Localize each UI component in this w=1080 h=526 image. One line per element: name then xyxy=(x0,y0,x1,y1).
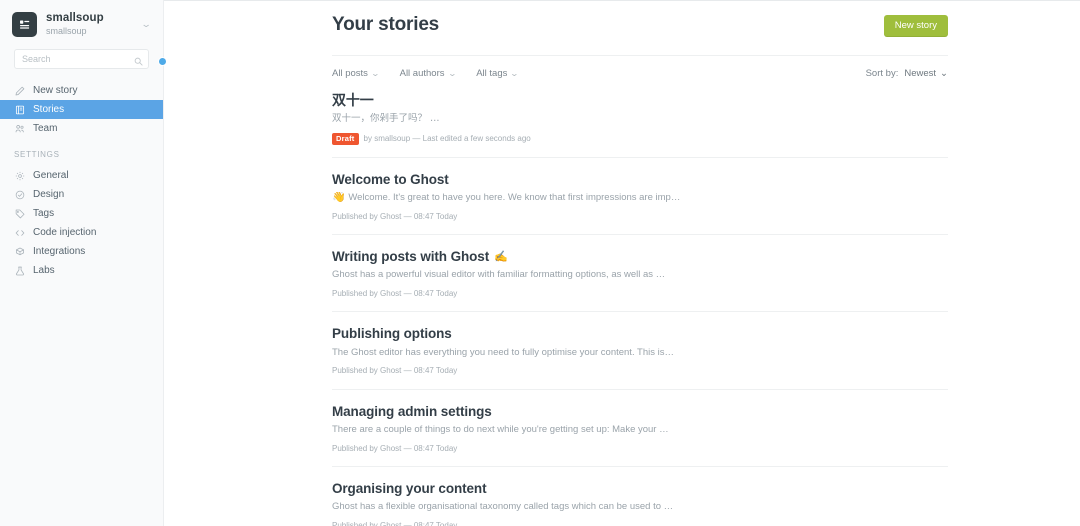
post-title: Organising your content xyxy=(332,481,487,497)
filter-label: All authors xyxy=(399,68,445,79)
post-title-text: Writing posts with Ghost xyxy=(332,249,490,264)
search-input[interactable] xyxy=(14,49,149,69)
pencil-icon xyxy=(14,85,25,96)
chevron-down-icon: ⌄ xyxy=(447,69,457,78)
sidebar-item-label: Design xyxy=(33,189,65,200)
post-excerpt: Ghost has a flexible organisational taxo… xyxy=(332,501,674,513)
sort-label: Sort by: xyxy=(865,68,899,79)
sidebar-item-design[interactable]: Design xyxy=(0,185,163,204)
sidebar-item-label: Team xyxy=(33,123,58,134)
post-title: Welcome to Ghost xyxy=(332,172,948,188)
post-title: 双十一 xyxy=(332,92,374,109)
chevron-down-icon: ⌄ xyxy=(510,69,520,78)
filter-label: All tags xyxy=(476,68,508,79)
filter-all-authors[interactable]: All authors ⌄ xyxy=(399,68,457,79)
post-title-text: Welcome to Ghost xyxy=(332,171,449,187)
sidebar-item-tags[interactable]: Tags xyxy=(0,204,163,223)
sidebar-item-label: Code injection xyxy=(33,227,97,238)
wave-emoji-icon: 👋 xyxy=(332,191,346,203)
table-row[interactable]: Writing posts with Ghost ✍️ Ghost has a … xyxy=(332,235,948,313)
table-row[interactable]: Organising your content Ghost has a flex… xyxy=(332,467,948,526)
table-row[interactable]: 双十一 双十一，你剁手了吗？ … Draft by smallsoup — La… xyxy=(332,81,948,158)
filter-label: All posts xyxy=(332,68,368,79)
chevron-down-icon: ⌄ xyxy=(940,68,948,79)
search-container xyxy=(0,49,163,69)
status-badge: Draft xyxy=(332,133,359,145)
blog-names: smallsoup smallsoup xyxy=(46,12,132,37)
writing-hand-emoji-icon: ✍️ xyxy=(494,250,508,263)
sidebar-item-general[interactable]: General xyxy=(0,166,163,185)
integrations-icon xyxy=(14,246,25,257)
sidebar-item-label: General xyxy=(33,170,69,181)
sidebar: smallsoup smallsoup ⌄ New s xyxy=(0,0,167,526)
filter-all-tags[interactable]: All tags ⌄ xyxy=(476,68,520,79)
post-title: Publishing options xyxy=(332,326,452,342)
labs-icon xyxy=(14,265,25,276)
sidebar-item-label: Stories xyxy=(33,104,65,115)
sidebar-item-label: Tags xyxy=(33,208,55,219)
design-icon xyxy=(14,189,25,200)
post-excerpt: 👋 Welcome. It's great to have you here. … xyxy=(332,192,948,205)
sidebar-item-new-story[interactable]: New story xyxy=(0,81,163,100)
sidebar-item-labs[interactable]: Labs xyxy=(0,261,163,280)
sidebar-item-team[interactable]: Team xyxy=(0,119,163,138)
post-meta: Published by Ghost — 08:47 Today xyxy=(332,444,948,454)
post-excerpt: Ghost has a powerful visual editor with … xyxy=(332,269,666,281)
chevron-down-icon: ⌄ xyxy=(370,69,380,78)
post-meta: Published by Ghost — 08:47 Today xyxy=(332,366,948,376)
primary-nav: New story Stories Team SETTINGS General … xyxy=(0,81,163,280)
post-excerpt: The Ghost editor has everything you need… xyxy=(332,346,674,358)
page-title: Your stories xyxy=(332,14,440,35)
blog-title: smallsoup xyxy=(46,12,104,25)
blog-list-icon xyxy=(12,12,37,37)
code-icon xyxy=(14,227,25,238)
sort-dropdown[interactable]: Newest ⌄ xyxy=(904,68,948,79)
post-meta-text: Published by Ghost — 08:47 Today xyxy=(332,521,458,526)
post-meta-text: Published by Ghost — 08:47 Today xyxy=(332,289,458,298)
blog-switcher[interactable]: smallsoup smallsoup ⌄ xyxy=(0,0,163,47)
settings-section-title: SETTINGS xyxy=(14,150,60,159)
team-icon xyxy=(14,123,25,134)
sort-value: Newest xyxy=(904,68,937,79)
post-meta-text: Published by Ghost — 08:47 Today xyxy=(332,366,458,376)
tag-icon xyxy=(14,208,25,219)
new-story-button[interactable]: New story xyxy=(883,15,948,37)
ghost-admin-app: smallsoup smallsoup ⌄ New s xyxy=(0,0,1080,526)
sidebar-item-stories[interactable]: Stories xyxy=(0,100,163,119)
sidebar-item-label: Labs xyxy=(33,265,55,276)
post-meta-text: Published by Ghost — 08:47 Today xyxy=(332,211,458,221)
sidebar-resize-handle[interactable] xyxy=(158,57,167,66)
blog-subtitle: smallsoup xyxy=(46,26,87,37)
main-content: Your stories New story All posts ⌄ All a… xyxy=(164,0,1080,526)
table-row[interactable]: Publishing options The Ghost editor has … xyxy=(332,312,948,390)
table-row[interactable]: Welcome to Ghost 👋 Welcome. It's great t… xyxy=(332,158,948,235)
sort-control: Sort by: Newest ⌄ xyxy=(866,68,948,79)
filter-bar: All posts ⌄ All authors ⌄ All tags ⌄ Sor… xyxy=(332,54,948,81)
sidebar-item-label: Integrations xyxy=(33,246,86,257)
sidebar-item-code-injection[interactable]: Code injection xyxy=(0,223,163,242)
post-title: Managing admin settings xyxy=(332,403,492,419)
post-title: Writing posts with Ghost ✍️ xyxy=(332,249,948,265)
sidebar-item-integrations[interactable]: Integrations xyxy=(0,242,163,261)
post-meta: Published by Ghost — 08:47 Today xyxy=(332,289,948,299)
post-meta: Draft by smallsoup — Last edited a few s… xyxy=(332,133,948,145)
page-header: Your stories New story xyxy=(164,1,1080,37)
post-list: 双十一 双十一，你剁手了吗？ … Draft by smallsoup — La… xyxy=(332,81,948,526)
post-excerpt: There are a couple of things to do next … xyxy=(332,423,669,435)
sidebar-item-label: New story xyxy=(33,85,78,96)
table-row[interactable]: Managing admin settings There are a coup… xyxy=(332,390,948,468)
post-excerpt: 双十一，你剁手了吗？ … xyxy=(332,113,440,125)
post-excerpt-text: Welcome. It's great to have you here. We… xyxy=(348,191,681,203)
post-meta: Published by Ghost — 08:47 Today xyxy=(332,521,948,526)
chevron-down-icon: ⌄ xyxy=(140,19,152,29)
stories-icon xyxy=(14,104,25,115)
post-meta-text: Published by Ghost — 08:47 Today xyxy=(332,443,458,453)
gear-icon xyxy=(14,170,25,181)
filter-group: All posts ⌄ All authors ⌄ All tags ⌄ xyxy=(332,68,520,79)
post-meta-text: by smallsoup — Last edited a few seconds… xyxy=(363,133,531,143)
filter-all-posts[interactable]: All posts ⌄ xyxy=(332,68,380,79)
post-meta: Published by Ghost — 08:47 Today xyxy=(332,212,948,222)
